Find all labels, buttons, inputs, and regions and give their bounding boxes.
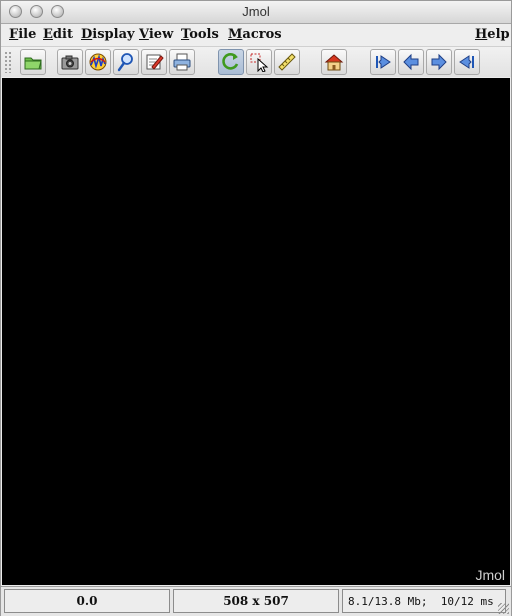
home-icon	[324, 54, 344, 71]
status-coordinate: 0.0	[4, 589, 170, 613]
magnifier-icon	[117, 53, 133, 72]
open-button[interactable]	[20, 49, 46, 75]
toolbar-grip[interactable]	[4, 51, 12, 73]
jmol-window: Jmol File Edit Display View Tools Macros…	[0, 0, 512, 616]
next-frame-button[interactable]	[426, 49, 452, 75]
print-icon	[173, 53, 191, 71]
resize-grip-icon[interactable]	[498, 603, 509, 614]
menu-macros[interactable]: Macros	[228, 27, 282, 42]
menu-bar: File Edit Display View Tools Macros Help	[1, 24, 511, 47]
measure-button[interactable]	[274, 49, 300, 75]
print-button[interactable]	[169, 49, 195, 75]
previous-frame-button[interactable]	[398, 49, 424, 75]
spectrum-button[interactable]	[85, 49, 111, 75]
last-frame-icon	[459, 55, 474, 69]
toolbar	[1, 47, 511, 77]
rotate-button[interactable]	[218, 49, 244, 75]
first-frame-button[interactable]	[370, 49, 396, 75]
menu-view[interactable]: View	[139, 27, 173, 42]
next-frame-icon	[431, 53, 447, 71]
menu-tools[interactable]: Tools	[181, 27, 219, 42]
inspect-button[interactable]	[113, 49, 139, 75]
last-frame-button[interactable]	[454, 49, 480, 75]
menu-help[interactable]: Help	[475, 27, 510, 42]
ruler-icon	[278, 53, 296, 71]
home-button[interactable]	[321, 49, 347, 75]
pick-icon	[250, 53, 269, 72]
menu-display[interactable]: Display	[81, 27, 135, 42]
script-editor-button[interactable]	[141, 49, 167, 75]
status-dimensions: 508 x 507	[173, 589, 339, 613]
jmol-watermark: Jmol	[475, 567, 505, 583]
open-folder-icon	[24, 57, 42, 70]
window-title: Jmol	[242, 4, 270, 19]
spectrum-icon	[89, 53, 107, 71]
editor-icon	[146, 54, 164, 70]
menu-edit[interactable]: Edit	[43, 27, 73, 42]
first-frame-icon	[376, 55, 391, 69]
export-image-button[interactable]	[57, 49, 83, 75]
menu-file[interactable]: File	[9, 27, 36, 42]
status-memory: 8.1/13.8 Mb; 10/12 ms	[342, 589, 506, 613]
camera-icon	[61, 55, 79, 70]
title-bar[interactable]: Jmol	[1, 1, 511, 24]
previous-frame-icon	[403, 53, 419, 71]
status-bar: 0.0 508 x 507 8.1/13.8 Mb; 10/12 ms	[1, 586, 511, 616]
rotate-icon	[222, 53, 239, 70]
pick-button[interactable]	[246, 49, 272, 75]
molecule-viewer-canvas[interactable]: Jmol	[2, 78, 510, 585]
